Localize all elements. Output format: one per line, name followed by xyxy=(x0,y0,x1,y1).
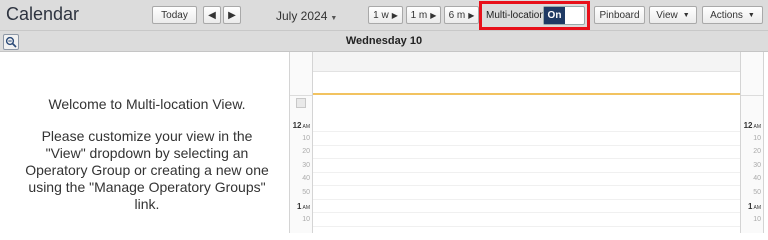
pinboard-button[interactable]: Pinboard xyxy=(594,6,645,24)
minute-label: 30 xyxy=(753,161,761,169)
welcome-message: Welcome to Multi-location View. Please c… xyxy=(20,96,274,228)
time-slot-line xyxy=(313,225,740,227)
multilocation-toggle[interactable]: On xyxy=(543,6,585,25)
caret-down-icon: ▼ xyxy=(747,11,755,19)
today-button[interactable]: Today xyxy=(152,6,197,24)
today-label: Today xyxy=(161,9,188,21)
hour-label: 1AM xyxy=(297,202,311,211)
play-icon: ▶ xyxy=(430,10,437,20)
toggle-on-state: On xyxy=(544,7,565,24)
chevron-right-icon: ▶ xyxy=(228,9,236,21)
time-slot-line xyxy=(313,144,740,146)
minute-label: 40 xyxy=(753,175,761,182)
welcome-line-2: Please customize your view in the "View"… xyxy=(25,128,269,212)
range-1m-button[interactable]: 1 m ▶ xyxy=(406,6,441,24)
chevron-left-icon: ◀ xyxy=(208,9,216,21)
range-1w-button[interactable]: 1 w ▶ xyxy=(368,6,403,24)
actions-label: Actions xyxy=(710,9,743,21)
hour-label: 12AM xyxy=(743,121,762,130)
next-button[interactable]: ▶ xyxy=(223,6,241,24)
day-header: Wednesday 10 xyxy=(0,31,768,52)
time-column-header xyxy=(741,72,763,96)
minute-label: 30 xyxy=(302,161,310,169)
caret-down-icon: ▼ xyxy=(330,15,338,22)
time-slot-line xyxy=(313,171,740,173)
view-label: View xyxy=(656,9,678,21)
time-slot-line xyxy=(313,212,740,213)
multilocation-label: Multi-location xyxy=(486,10,545,21)
minute-label: 10 xyxy=(302,215,310,223)
app-title: Calendar xyxy=(6,4,80,24)
month-selector[interactable]: July 2024 ▼ xyxy=(276,9,337,23)
prev-button[interactable]: ◀ xyxy=(203,6,221,24)
range-6m-button[interactable]: 6 m ▶ xyxy=(444,6,479,24)
day-title-text: Wednesday 10 xyxy=(345,35,423,47)
minute-label: 10 xyxy=(753,215,761,223)
ampm-label: AM xyxy=(753,205,762,211)
caret-down-icon: ▼ xyxy=(682,11,690,19)
range-1m-label: 1 m xyxy=(410,9,428,21)
day-title: Wednesday 10 xyxy=(0,35,768,47)
welcome-line-1: Welcome to Multi-location View. xyxy=(48,96,246,112)
actions-dropdown[interactable]: Actions ▼ xyxy=(702,6,763,24)
minute-label: 10 xyxy=(753,134,761,142)
range-6m-label: 6 m xyxy=(448,9,466,21)
time-column-right: 12AM 10 20 30 40 50 1AM 10 xyxy=(740,52,764,233)
range-1w-label: 1 w xyxy=(373,9,389,21)
current-time-line xyxy=(313,93,740,95)
toolbar: Calendar Today ◀ ▶ July 2024 ▼ 1 w ▶ 1 m ▶ … xyxy=(0,0,768,31)
hour-label: 1AM xyxy=(748,202,762,211)
minute-label: 50 xyxy=(302,188,310,196)
grid-header xyxy=(313,52,740,72)
minute-label: 40 xyxy=(302,175,310,182)
minute-label: 50 xyxy=(753,188,761,196)
time-slot-line xyxy=(313,131,740,132)
minute-label: 20 xyxy=(753,148,761,155)
pinboard-label: Pinboard xyxy=(599,9,640,21)
time-column-header xyxy=(290,72,312,96)
select-all-box[interactable] xyxy=(296,98,306,108)
ampm-label: AM xyxy=(302,124,311,130)
hour-label: 12AM xyxy=(292,121,311,130)
view-dropdown[interactable]: View ▼ xyxy=(649,6,697,24)
time-column-left: 12AM 10 20 30 40 50 1AM 10 xyxy=(289,52,313,233)
minute-label: 10 xyxy=(302,134,310,142)
ampm-label: AM xyxy=(753,124,762,130)
play-icon: ▶ xyxy=(391,10,398,20)
time-slot-line xyxy=(313,198,740,200)
ampm-label: AM xyxy=(302,205,311,211)
play-icon: ▶ xyxy=(468,10,475,20)
time-slot-line xyxy=(313,158,740,159)
calendar-grid[interactable] xyxy=(313,52,740,233)
minute-label: 20 xyxy=(302,148,310,155)
month-label: July 2024 xyxy=(276,9,328,23)
time-slot-line xyxy=(313,185,740,186)
